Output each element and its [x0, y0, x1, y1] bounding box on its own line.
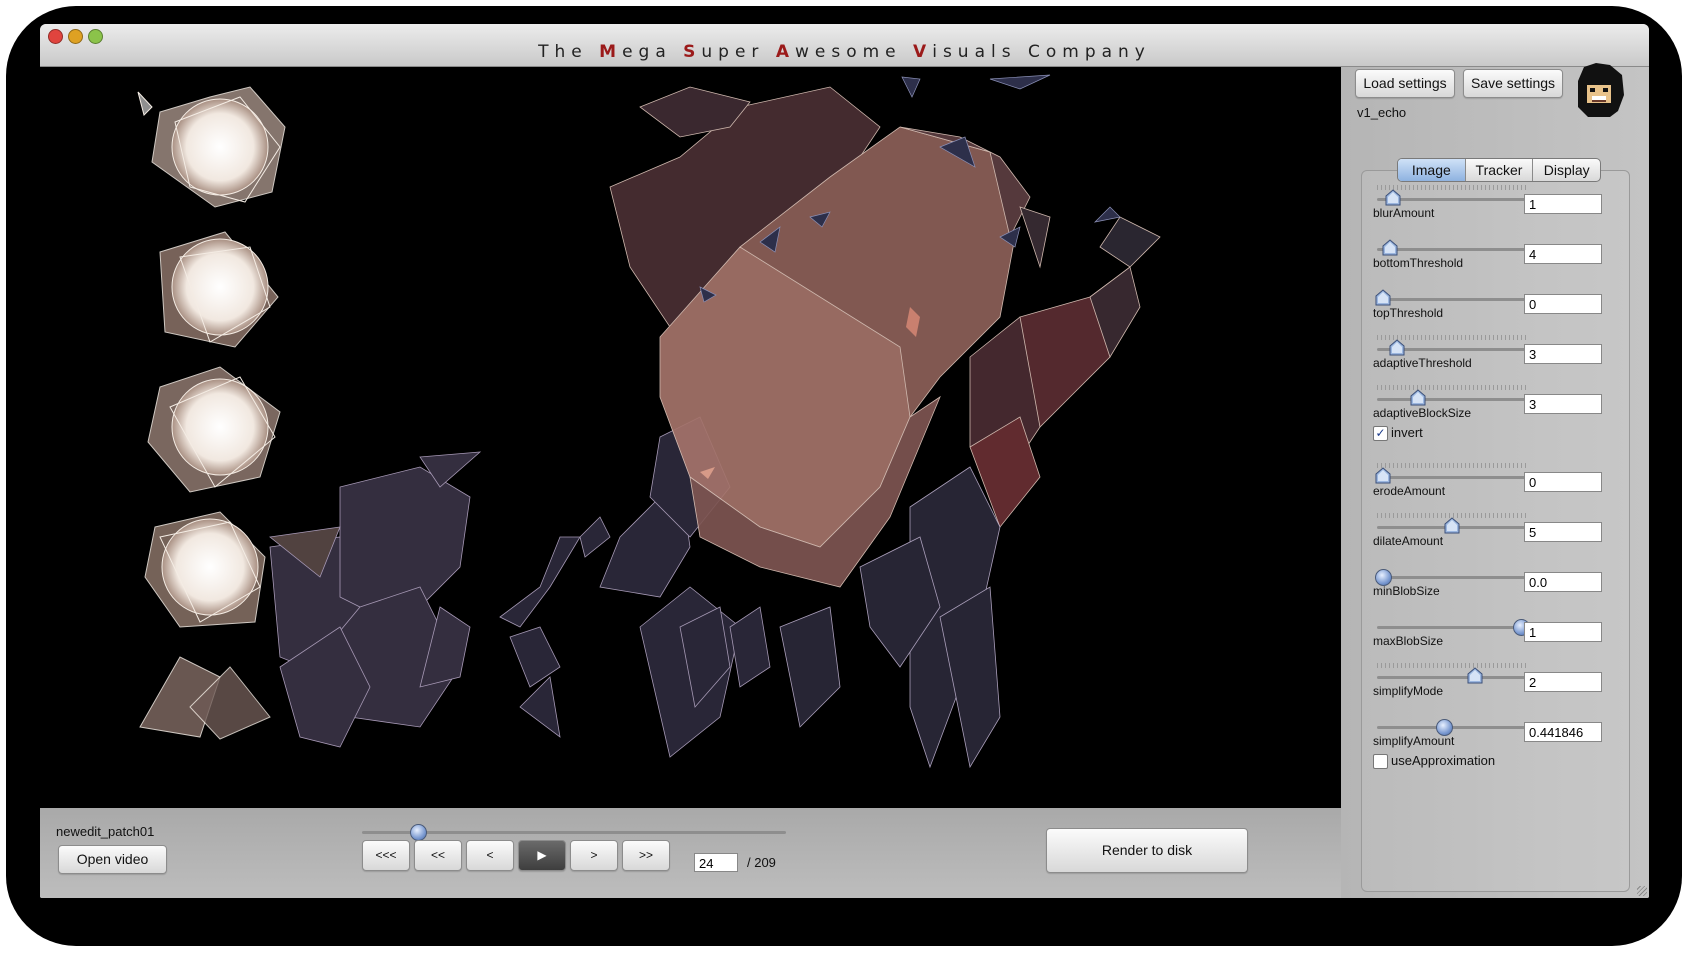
- preset-name: v1_echo: [1357, 105, 1407, 120]
- blurAmount-label: blurAmount: [1373, 206, 1435, 220]
- dilateAmount-label: dilateAmount: [1373, 534, 1444, 548]
- simplifyMode-slider[interactable]: [1377, 676, 1529, 679]
- open-video-button[interactable]: Open video: [58, 845, 167, 874]
- slider-ticks: [1377, 463, 1529, 468]
- title-bar: The Mega Super Awesome Visuals Company: [40, 24, 1649, 67]
- bottomThreshold-field[interactable]: 4: [1524, 244, 1602, 264]
- render-to-disk-button[interactable]: Render to disk: [1046, 828, 1248, 873]
- adaptiveBlockSize-slider-knob[interactable]: [1410, 389, 1426, 406]
- topThreshold-field[interactable]: 0: [1524, 294, 1602, 314]
- load-settings-button[interactable]: Load settings: [1355, 69, 1455, 98]
- blurAmount-slider-knob[interactable]: [1385, 189, 1401, 206]
- fast-forward-button[interactable]: >>: [622, 840, 670, 871]
- minBlobSize-field[interactable]: 0.0: [1524, 572, 1602, 592]
- simplifyMode-label: simplifyMode: [1373, 684, 1444, 698]
- window-title-part: uper: [701, 42, 776, 62]
- simplifyMode-slider-knob[interactable]: [1467, 667, 1483, 684]
- window-title-part: Company: [1027, 42, 1151, 62]
- topThreshold-label: topThreshold: [1373, 306, 1444, 320]
- bottomThreshold-slider-knob[interactable]: [1382, 239, 1398, 256]
- tab-tracker[interactable]: Tracker: [1464, 159, 1533, 181]
- topThreshold-slider-knob[interactable]: [1375, 289, 1391, 306]
- adaptiveThreshold-label: adaptiveThreshold: [1373, 356, 1472, 370]
- invert-label: invert: [1391, 425, 1423, 440]
- erodeAmount-slider[interactable]: [1377, 476, 1529, 479]
- erodeAmount-field[interactable]: 0: [1524, 472, 1602, 492]
- bottomThreshold-slider[interactable]: [1377, 248, 1529, 251]
- simplifyAmount-slider[interactable]: [1377, 726, 1529, 729]
- topThreshold-slider[interactable]: [1377, 298, 1529, 301]
- play-button[interactable]: ▶: [518, 840, 566, 871]
- erodeAmount-label: erodeAmount: [1373, 484, 1446, 498]
- triangulated-blob-render: [137, 74, 1161, 769]
- simplifyAmount-label: simplifyAmount: [1373, 734, 1455, 748]
- playback-panel: newedit_patch01 Open video <<< << < ▶ > >> 24…: [40, 808, 1341, 898]
- adaptiveBlockSize-slider[interactable]: [1377, 398, 1529, 401]
- adaptiveThreshold-field[interactable]: 3: [1524, 344, 1602, 364]
- resize-grip-icon[interactable]: [1637, 886, 1647, 896]
- rewind-button[interactable]: <<: [414, 840, 462, 871]
- window-title-part: The: [538, 42, 600, 62]
- minBlobSize-label: minBlobSize: [1373, 584, 1440, 598]
- dilateAmount-field[interactable]: 5: [1524, 522, 1602, 542]
- tab-image[interactable]: Image: [1398, 159, 1465, 181]
- next-frame-button[interactable]: >: [570, 840, 618, 871]
- useApproximation-checkbox[interactable]: [1373, 754, 1388, 769]
- invert-checkbox[interactable]: ✓: [1373, 426, 1388, 441]
- useApproximation-label: useApproximation: [1391, 753, 1496, 768]
- slider-ticks: [1377, 663, 1529, 668]
- window-title-part: M: [599, 42, 623, 62]
- tab-display[interactable]: Display: [1532, 159, 1600, 181]
- current-frame-field[interactable]: 24: [694, 853, 738, 872]
- prev-frame-button[interactable]: <: [466, 840, 514, 871]
- window-title-part: wesome: [795, 42, 914, 62]
- timeline-knob[interactable]: [410, 824, 428, 841]
- visualization-canvas[interactable]: [40, 67, 1341, 808]
- window-title-part: A: [775, 42, 795, 62]
- minBlobSize-slider[interactable]: [1377, 576, 1529, 579]
- window-title-part: isuals: [932, 42, 1028, 62]
- app-window: The Mega Super Awesome Visuals Company n…: [40, 24, 1649, 898]
- adaptiveBlockSize-label: adaptiveBlockSize: [1373, 406, 1472, 420]
- settings-sidebar: Load settings Save settings v1_echo Imag…: [1341, 63, 1649, 898]
- bottomThreshold-label: bottomThreshold: [1373, 256, 1464, 270]
- adaptiveBlockSize-field[interactable]: 3: [1524, 394, 1602, 414]
- pixel-face-avatar-icon: [1570, 61, 1628, 119]
- erodeAmount-slider-knob[interactable]: [1375, 467, 1391, 484]
- total-frames-label: / 209: [747, 855, 776, 870]
- first-frame-button[interactable]: <<<: [362, 840, 410, 871]
- maxBlobSize-slider[interactable]: [1377, 626, 1529, 629]
- window-title-part: ega: [622, 42, 684, 62]
- dilateAmount-slider-knob[interactable]: [1444, 517, 1460, 534]
- video-file-name: newedit_patch01: [56, 824, 155, 839]
- maxBlobSize-label: maxBlobSize: [1373, 634, 1444, 648]
- slider-ticks: [1377, 385, 1529, 390]
- maxBlobSize-field[interactable]: 1: [1524, 622, 1602, 642]
- window-title-part: V: [913, 42, 933, 62]
- adaptiveThreshold-slider-knob[interactable]: [1389, 339, 1405, 356]
- simplifyAmount-field[interactable]: 0.441846: [1524, 722, 1602, 742]
- simplifyMode-field[interactable]: 2: [1524, 672, 1602, 692]
- settings-tabs: Image Tracker Display: [1397, 158, 1601, 182]
- save-settings-button[interactable]: Save settings: [1463, 69, 1563, 98]
- window-title-part: S: [683, 42, 702, 62]
- window-title: The Mega Super Awesome Visuals Company: [40, 42, 1649, 62]
- blurAmount-field[interactable]: 1: [1524, 194, 1602, 214]
